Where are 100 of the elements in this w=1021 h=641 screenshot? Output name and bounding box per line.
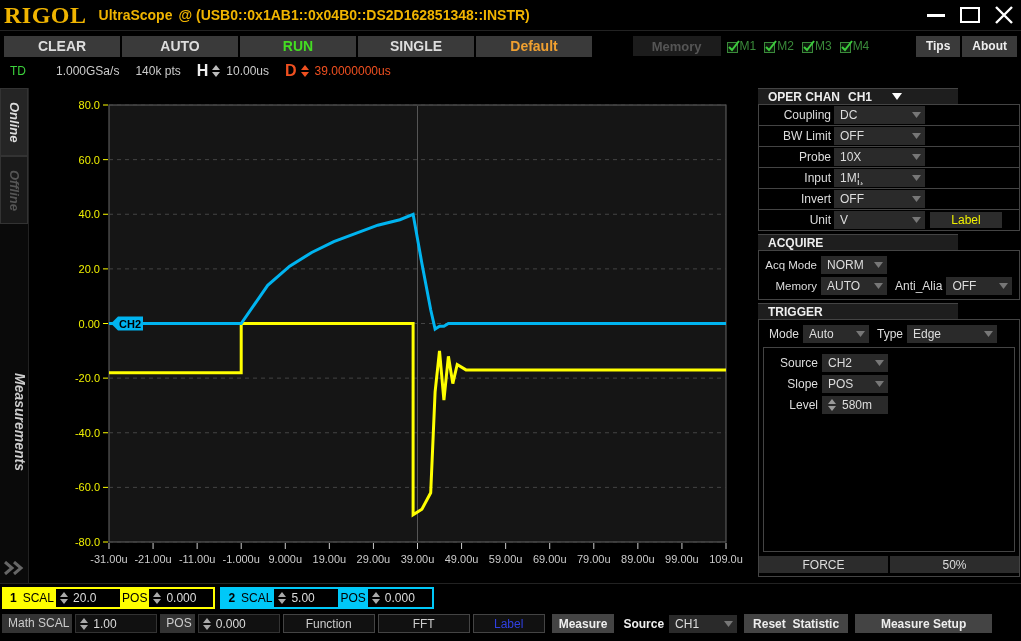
timebase-label: H — [196, 62, 209, 80]
dropdown[interactable]: OFF — [946, 276, 1013, 295]
caret-icon — [912, 196, 921, 202]
function-button[interactable]: Function — [282, 614, 375, 633]
y-tick-label: -20.0 — [74, 372, 100, 385]
setting-label: Invert — [800, 192, 831, 206]
spinner-arrows-icon[interactable] — [300, 65, 309, 77]
maximize-icon[interactable] — [959, 4, 981, 26]
toolbar-button[interactable]: SINGLE — [358, 35, 474, 57]
channel-marker[interactable]: CH2 — [111, 316, 143, 331]
x-tick-label: -31.00u — [90, 553, 128, 565]
dropdown[interactable]: DC — [834, 106, 925, 124]
section-title: TRIGGER — [768, 304, 823, 319]
dropdown[interactable]: V — [834, 211, 925, 229]
dropdown[interactable]: AUTO — [821, 276, 887, 295]
caret-icon — [724, 620, 734, 627]
toolbar-button[interactable]: CLEAR — [4, 35, 120, 57]
dropdown[interactable]: Edge — [907, 324, 997, 343]
spinner-arrows-icon[interactable] — [60, 591, 69, 604]
y-tick-label: 0.00 — [78, 317, 100, 330]
dropdown[interactable]: NORM — [821, 255, 887, 274]
setting-label: Anti_Alia — [895, 278, 943, 293]
checkbox-label: M1 — [739, 39, 757, 53]
fft-button[interactable]: FFT — [377, 614, 470, 633]
spinner-arrows-icon[interactable] — [278, 591, 287, 604]
measure-setup-button[interactable]: Measure Setup — [855, 614, 993, 633]
y-tick-label: 80.0 — [78, 99, 100, 111]
x-tick-label: 109.0u — [709, 553, 743, 565]
dropdown[interactable]: 10X — [834, 148, 925, 166]
x-tick-label: 69.00u — [532, 553, 567, 565]
channel-number: 1 — [4, 588, 21, 607]
spinner-arrows-icon[interactable] — [371, 591, 380, 604]
checkbox-label: M3 — [814, 39, 832, 53]
x-tick-label: 39.00u — [400, 553, 435, 565]
setting-label: BW Limit — [782, 129, 831, 143]
position-field[interactable]: 0.000 — [197, 614, 280, 633]
dropdown[interactable]: Auto — [803, 324, 869, 343]
reset-statistic-button[interactable]: Reset Statistic — [744, 614, 849, 633]
caret-icon — [999, 282, 1009, 289]
spinner-arrows-icon[interactable] — [80, 617, 89, 630]
setting-label: Type — [877, 326, 903, 341]
checkbox[interactable] — [801, 39, 815, 53]
checkbox-label: M4 — [852, 39, 870, 53]
measurements-panel-tab[interactable]: Measurements — [0, 224, 28, 561]
delay-value: 39.0000000us — [314, 64, 391, 78]
help-button[interactable]: About — [962, 35, 1017, 57]
spinner-arrows-icon[interactable] — [153, 591, 162, 604]
channel-selector[interactable]: CH1 — [848, 89, 873, 104]
sample-rate: 1.000GSa/s — [56, 64, 120, 78]
setting-label: Coupling — [782, 108, 831, 122]
caret-icon — [912, 217, 921, 223]
caret-icon — [875, 359, 884, 366]
spinner-arrows-icon[interactable] — [212, 65, 221, 77]
section-title: OPER CHAN — [768, 89, 840, 104]
spinner-arrows-icon[interactable] — [202, 617, 211, 630]
setting-label: Input — [803, 171, 831, 185]
math-scale-label: Math SCAL — [2, 614, 73, 633]
y-tick-label: 60.0 — [78, 153, 100, 166]
checkbox[interactable] — [726, 39, 740, 53]
trigger-button[interactable]: FORCE — [759, 556, 888, 573]
dropdown[interactable]: POS — [822, 374, 888, 393]
dropdown[interactable]: OFF — [834, 190, 925, 208]
dropdown[interactable]: OFF — [834, 127, 925, 145]
caret-icon[interactable] — [892, 93, 903, 100]
setting-label: Memory — [774, 279, 817, 292]
checkbox[interactable] — [764, 39, 778, 53]
toolbar-button[interactable]: RUN — [240, 35, 356, 57]
spin-field[interactable]: 580m — [822, 395, 888, 414]
checkbox[interactable] — [839, 39, 853, 53]
checkbox-label: M2 — [777, 39, 794, 53]
dropdown[interactable]: 1M¦¸ — [834, 169, 925, 187]
setting-label: Probe — [797, 150, 831, 164]
close-icon[interactable] — [993, 4, 1015, 26]
source-label: Source — [623, 616, 665, 631]
source-dropdown[interactable]: CH1 — [669, 614, 738, 633]
expand-chevron-icon[interactable] — [4, 561, 24, 575]
position-label: POS — [120, 588, 150, 607]
y-tick-label: 40.0 — [78, 208, 100, 221]
setting-label: Source — [778, 355, 818, 370]
measure-button[interactable]: Measure — [551, 614, 615, 633]
x-tick-label: -1.000u — [222, 553, 260, 565]
toolbar-button[interactable]: Default — [476, 35, 592, 57]
position-label: POS — [338, 588, 368, 607]
delay-label: D — [285, 62, 297, 80]
caret-icon — [912, 112, 921, 118]
toolbar-button[interactable]: AUTO — [122, 35, 238, 57]
help-button[interactable]: Tips — [915, 35, 961, 57]
scale-field[interactable]: 1.00 — [75, 614, 158, 633]
label-button[interactable]: Label — [930, 212, 1002, 228]
x-tick-label: -21.00u — [134, 553, 172, 565]
x-tick-label: 9.000u — [268, 553, 303, 565]
y-tick-label: -60.0 — [74, 481, 100, 494]
spinner-arrows-icon[interactable] — [828, 398, 836, 411]
y-tick-label: 20.0 — [78, 262, 100, 275]
setting-label: Unit — [808, 213, 831, 227]
dropdown[interactable]: CH2 — [822, 353, 888, 372]
trigger-button[interactable]: 50% — [890, 556, 1019, 573]
caret-icon — [856, 330, 865, 337]
position-label: POS — [160, 614, 195, 633]
side-tab[interactable]: Online — [0, 88, 28, 156]
